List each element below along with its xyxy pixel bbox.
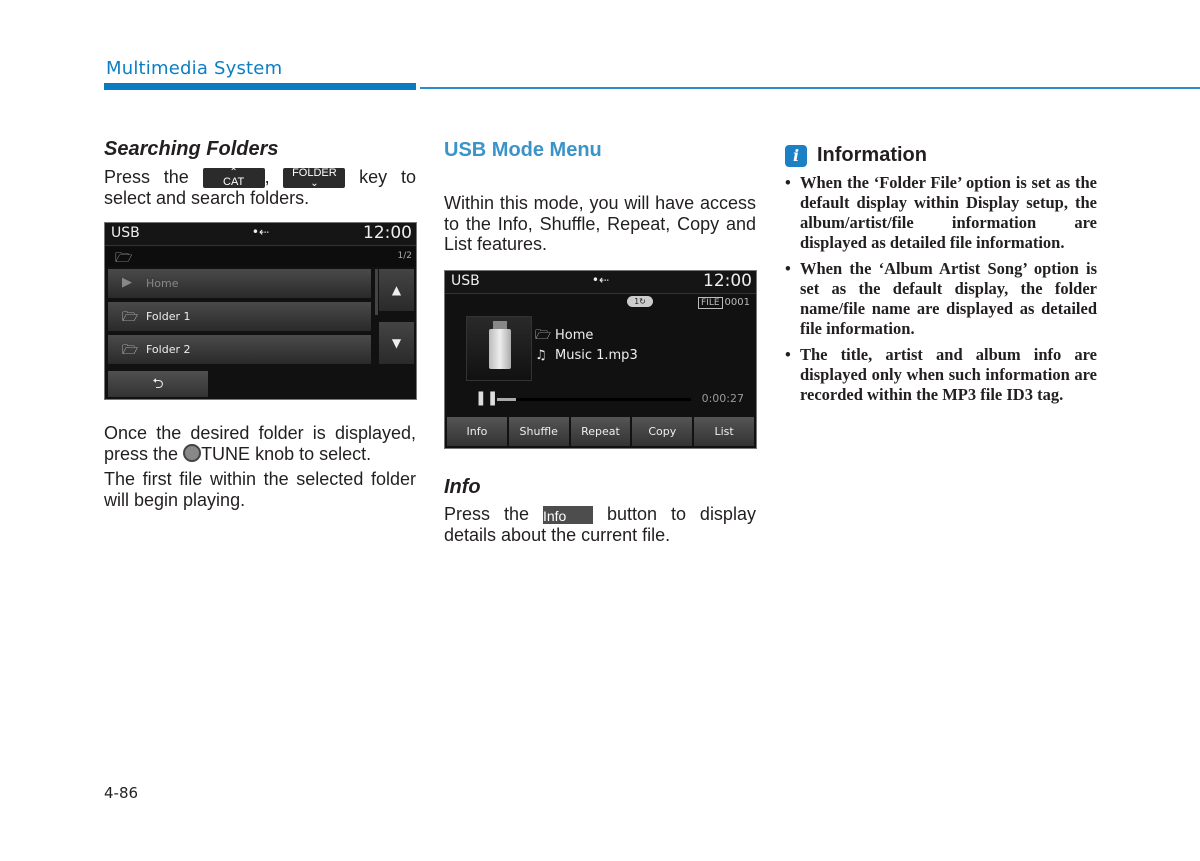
triangle-down-icon: ▼: [391, 336, 402, 350]
usb-playback-screen: USB •⇠ 12:00 1↻ FILE 0001 🗁 Home ♫ Music 1.…: [444, 270, 757, 449]
list-item-folder-1[interactable]: 🗁 Folder 1: [108, 302, 371, 332]
information-title: Information: [817, 144, 927, 166]
heading-info: Info: [444, 476, 481, 498]
usb-drive-icon: [489, 329, 511, 369]
repeat-tab[interactable]: Repeat: [570, 417, 631, 446]
column-searching-folders: Searching Folders Press the ⌃ CAT, FOLDER…: [104, 137, 416, 209]
info-section: Info Press the Info button to display de…: [444, 475, 756, 545]
folder-browser-screen: USB •⇠ 12:00 🗁 1/2 ▶ Home 🗁 Folder 1 🗁 F…: [104, 222, 417, 400]
folder-icon: 🗁: [535, 328, 552, 343]
list-item-home[interactable]: ▶ Home: [108, 269, 371, 299]
usb-icon: •⇠: [591, 273, 610, 287]
clock: 12:00: [703, 271, 752, 291]
source-label: USB: [451, 273, 480, 289]
heading-usb-mode-menu: USB Mode Menu: [444, 139, 602, 161]
page-number: 4-86: [104, 784, 139, 802]
information-item: When the ‘Folder File’ option is set as …: [785, 173, 1097, 253]
folder-icon: 🗁: [122, 343, 139, 358]
tune-knob-icon: [183, 443, 202, 462]
header-rule: [420, 87, 1200, 89]
first-file-paragraph: The first file within the selected folde…: [104, 469, 416, 510]
page-indicator: 1/2: [397, 251, 412, 261]
status-bar: USB •⇠ 12:00: [445, 271, 756, 294]
info-paragraph: Press the Info button to display details…: [444, 504, 756, 545]
album-art-usb-drive: [466, 316, 532, 381]
elapsed-time: 0:00:27: [701, 392, 744, 405]
folder-name: 🗁 Home: [535, 326, 593, 348]
clock: 12:00: [363, 223, 412, 243]
list-tab[interactable]: List: [694, 417, 754, 446]
shuffle-tab[interactable]: Shuffle: [508, 417, 569, 446]
column1-bottom-text: Once the desired folder is displayed, pr…: [104, 423, 416, 510]
chevron-down-icon: ⌄: [310, 178, 319, 190]
usb-icon: •⇠: [251, 225, 270, 239]
column-usb-mode-menu: USB Mode Menu Within this mode, you will…: [444, 137, 756, 255]
section-title: Multimedia System: [106, 58, 283, 79]
file-counter: FILE 0001: [698, 297, 750, 309]
copy-tab[interactable]: Copy: [632, 417, 693, 446]
heading-searching-folders: Searching Folders: [104, 138, 279, 160]
folder-path-bar: 🗁 1/2: [105, 246, 416, 267]
scroll-down-button[interactable]: ▼: [379, 322, 414, 364]
progress-bar[interactable]: [497, 398, 691, 401]
folder-key: FOLDER ⌄: [283, 168, 346, 190]
header-accent-bar: [104, 83, 416, 90]
information-header: i Information: [785, 144, 1097, 167]
triangle-up-icon: ▲: [391, 283, 402, 297]
usb-mode-intro: Within this mode, you will have access t…: [444, 193, 756, 254]
text: Press the: [104, 167, 189, 187]
tune-paragraph: Once the desired folder is displayed, pr…: [104, 423, 416, 464]
status-bar: USB •⇠ 12:00: [105, 223, 416, 246]
scrollbar[interactable]: [375, 269, 378, 315]
back-arrow-icon: ⮌: [152, 376, 164, 392]
cat-key: ⌃ CAT: [202, 168, 265, 189]
pause-icon[interactable]: ❚❚: [475, 390, 498, 406]
song-name: ♫ Music 1.mp3: [535, 348, 638, 363]
progress-fill: [497, 398, 517, 401]
folder-icon: 🗁: [122, 310, 139, 325]
list-item-folder-2[interactable]: 🗁 Folder 2: [108, 335, 371, 365]
info-key: Info: [542, 506, 593, 525]
information-item: The title, artist and album info are dis…: [785, 345, 1097, 405]
source-label: USB: [111, 225, 140, 241]
information-item: When the ‘Album Artist Song’ option is s…: [785, 259, 1097, 339]
information-box: i Information When the ‘Folder File’ opt…: [785, 144, 1097, 411]
menu-tabs: Info Shuffle Repeat Copy List: [447, 417, 754, 446]
scroll-up-button[interactable]: ▲: [379, 269, 414, 311]
info-tab[interactable]: Info: [447, 417, 507, 446]
play-circle-icon: ▶: [122, 275, 132, 290]
intro-paragraph: Press the ⌃ CAT, FOLDER ⌄ key to select an…: [104, 167, 416, 209]
repeat-mode-badge: 1↻: [627, 296, 653, 307]
information-list: When the ‘Folder File’ option is set as …: [785, 173, 1097, 405]
back-button[interactable]: ⮌: [108, 371, 208, 397]
folder-open-icon: 🗁: [115, 250, 133, 266]
info-icon: i: [785, 144, 807, 167]
music-note-icon: ♫: [535, 348, 547, 363]
